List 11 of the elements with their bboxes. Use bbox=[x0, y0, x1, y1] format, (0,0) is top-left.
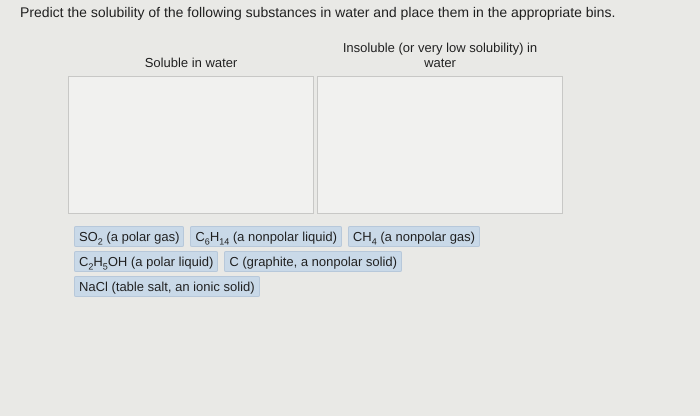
bin-heading: Soluble in water bbox=[144, 54, 238, 70]
drop-bin[interactable] bbox=[68, 76, 314, 214]
draggable-label[interactable]: C$_{6}$H$_{14}$ (a nonpolar liquid) bbox=[190, 226, 342, 247]
instruction-text: Predict the solubility of the following substances in water and place them in the appropriate bins. bbox=[20, 4, 616, 20]
draggable-label[interactable]: C$_{2}$H$_{5}$OH (a polar liquid) bbox=[74, 251, 218, 272]
draggable-label[interactable]: SO$_{2}$ (a polar gas) bbox=[74, 226, 184, 247]
draggable-label[interactable]: NaCl (table salt, an ionic solid) bbox=[74, 276, 260, 297]
drop-bin[interactable] bbox=[317, 76, 563, 214]
draggable-label[interactable]: CH$_{4}$ (a nonpolar gas) bbox=[348, 226, 480, 247]
bin-heading: Insoluble (or very low solubility) in water bbox=[342, 40, 538, 70]
draggable-label[interactable]: C (graphite, a nonpolar solid) bbox=[224, 251, 402, 272]
